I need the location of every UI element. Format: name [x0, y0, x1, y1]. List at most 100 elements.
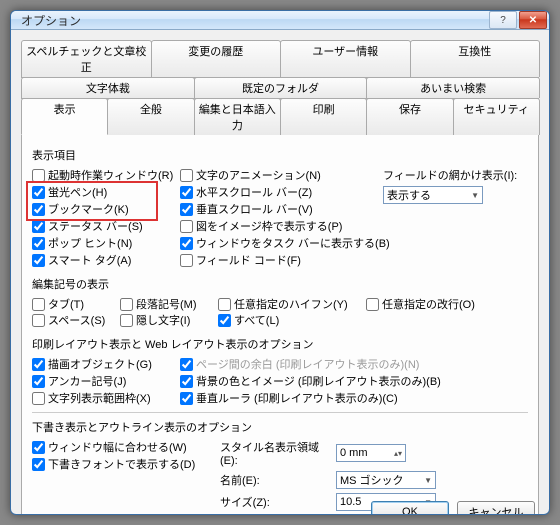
layout-c2-2[interactable]: 垂直ルーラ (印刷レイアウト表示のみ)(C) — [180, 390, 528, 406]
show-col3: フィールドの網かけ表示(I): 表示する ▼ — [383, 167, 528, 268]
show-c2-5-checkbox[interactable] — [180, 254, 193, 267]
show-c2-4-checkbox[interactable] — [180, 237, 193, 250]
tab-fuzzysearch[interactable]: あいまい検索 — [366, 77, 540, 98]
layout-c1-1[interactable]: アンカー記号(J) — [32, 373, 172, 389]
marks-r1-2[interactable]: 任意指定のハイフン(Y) — [218, 296, 358, 312]
layout-c2-0[interactable]: ページ間の余白 (印刷レイアウト表示のみ)(N) — [180, 356, 528, 372]
show-c2-5[interactable]: フィールド コード(F) — [180, 252, 375, 268]
layout-c1-2[interactable]: 文字列表示範囲枠(X) — [32, 390, 172, 406]
draft-left-0[interactable]: ウィンドウ幅に合わせる(W) — [32, 439, 212, 455]
draft-left-1[interactable]: 下書きフォントで表示する(D) — [32, 456, 212, 472]
layout-c1-0[interactable]: 描画オブジェクト(G) — [32, 356, 172, 372]
marks-r2-0-checkbox[interactable] — [32, 314, 45, 327]
tab-view[interactable]: 表示 — [21, 98, 108, 135]
layout-c2-0-checkbox[interactable] — [180, 358, 193, 371]
marks-r1-0[interactable]: タブ(T) — [32, 296, 112, 312]
show-col2: 文字のアニメーション(N)水平スクロール バー(Z)垂直スクロール バー(V)図… — [180, 167, 375, 268]
layout-c2-1[interactable]: 背景の色とイメージ (印刷レイアウト表示のみ)(B) — [180, 373, 528, 389]
marks-r1-0-checkbox[interactable] — [32, 298, 45, 311]
draft-left-0-checkbox[interactable] — [32, 441, 45, 454]
show-c2-3-checkbox[interactable] — [180, 220, 193, 233]
tab-panel: 表示項目 起動時作業ウィンドウ(R)蛍光ペン(H)ブックマーク(K)ステータス … — [21, 135, 539, 515]
tab-trackchanges[interactable]: 変更の履歴 — [151, 40, 282, 77]
marks-r1-3-checkbox[interactable] — [366, 298, 379, 311]
show-c1-5-label: スマート タグ(A) — [48, 252, 131, 268]
show-c2-1-label: 水平スクロール バー(Z) — [196, 184, 312, 200]
marks-r2-0[interactable]: スペース(S) — [32, 312, 112, 328]
cancel-button[interactable]: キャンセル — [457, 501, 535, 515]
section-draft-label: 下書き表示とアウトライン表示のオプション — [32, 419, 528, 435]
marks-r1-0-label: タブ(T) — [48, 296, 84, 312]
draft-row-value-0: 0 mm — [340, 447, 368, 459]
tab-spellcheck[interactable]: スペルチェックと文章校正 — [21, 40, 152, 77]
tab-userinfo[interactable]: ユーザー情報 — [280, 40, 411, 77]
show-c2-1[interactable]: 水平スクロール バー(Z) — [180, 184, 375, 200]
show-c1-3[interactable]: ステータス バー(S) — [32, 218, 172, 234]
tab-print[interactable]: 印刷 — [280, 98, 367, 135]
show-c1-2[interactable]: ブックマーク(K) — [32, 201, 172, 217]
draft-row-label-0: スタイル名表示領域(E): — [220, 439, 330, 467]
layout-c2-1-checkbox[interactable] — [180, 375, 193, 388]
draft-left-1-checkbox[interactable] — [32, 458, 45, 471]
layout-c1-2-label: 文字列表示範囲枠(X) — [48, 390, 151, 406]
field-shading-label: フィールドの網かけ表示(I): — [383, 167, 517, 183]
marks-r2-1[interactable]: 隠し文字(I) — [120, 312, 210, 328]
marks-r2-1-checkbox[interactable] — [120, 314, 133, 327]
show-c2-0-checkbox[interactable] — [180, 169, 193, 182]
tab-general[interactable]: 全般 — [107, 98, 194, 135]
marks-r2-2[interactable]: すべて(L) — [218, 312, 358, 328]
field-shading-combo[interactable]: 表示する ▼ — [383, 186, 483, 204]
marks-r1-1-label: 段落記号(M) — [136, 296, 197, 312]
tab-row-2: 文字体裁 既定のフォルダ あいまい検索 — [21, 77, 539, 99]
layout-c1-1-checkbox[interactable] — [32, 375, 45, 388]
show-c1-0[interactable]: 起動時作業ウィンドウ(R) — [32, 167, 172, 183]
layout-c2-2-checkbox[interactable] — [180, 392, 193, 405]
tab-filelocations[interactable]: 既定のフォルダ — [194, 77, 368, 98]
show-c1-0-label: 起動時作業ウィンドウ(R) — [48, 167, 173, 183]
draft-left-1-label: 下書きフォントで表示する(D) — [48, 456, 195, 472]
spinner-icon: ▴▾ — [394, 449, 402, 458]
show-c2-0[interactable]: 文字のアニメーション(N) — [180, 167, 375, 183]
help-button[interactable]: ? — [489, 11, 517, 29]
show-c1-5[interactable]: スマート タグ(A) — [32, 252, 172, 268]
show-c1-1-checkbox[interactable] — [32, 186, 45, 199]
show-c2-1-checkbox[interactable] — [180, 186, 193, 199]
show-c2-2[interactable]: 垂直スクロール バー(V) — [180, 201, 375, 217]
close-button[interactable]: ✕ — [519, 11, 547, 29]
show-c1-2-checkbox[interactable] — [32, 203, 45, 216]
marks-r1-3[interactable]: 任意指定の改行(O) — [366, 296, 528, 312]
show-c1-2-label: ブックマーク(K) — [48, 201, 129, 217]
layout-c1-1-label: アンカー記号(J) — [48, 373, 126, 389]
show-c1-3-checkbox[interactable] — [32, 220, 45, 233]
show-c2-3-label: 図をイメージ枠で表示する(P) — [196, 218, 342, 234]
show-c1-1-label: 蛍光ペン(H) — [48, 184, 107, 200]
marks-r2-0-label: スペース(S) — [48, 312, 105, 328]
titlebar: オプション ? ✕ — [11, 11, 549, 30]
layout-c1-2-checkbox[interactable] — [32, 392, 45, 405]
marks-r1-1[interactable]: 段落記号(M) — [120, 296, 210, 312]
ok-button[interactable]: OK — [371, 501, 449, 515]
marks-r2-2-checkbox[interactable] — [218, 314, 231, 327]
marks-r1-2-checkbox[interactable] — [218, 298, 231, 311]
marks-r2-1-label: 隠し文字(I) — [136, 312, 190, 328]
show-c2-4[interactable]: ウィンドウをタスク バーに表示する(B) — [180, 235, 375, 251]
show-c2-0-label: 文字のアニメーション(N) — [196, 167, 321, 183]
marks-r1-1-checkbox[interactable] — [120, 298, 133, 311]
show-c1-4[interactable]: ポップ ヒント(N) — [32, 235, 172, 251]
tab-security[interactable]: セキュリティ — [453, 98, 540, 135]
show-c1-4-checkbox[interactable] — [32, 237, 45, 250]
show-c2-3[interactable]: 図をイメージ枠で表示する(P) — [180, 218, 375, 234]
tab-typography[interactable]: 文字体裁 — [21, 77, 195, 98]
show-c1-5-checkbox[interactable] — [32, 254, 45, 267]
draft-row-control-0[interactable]: 0 mm ▴▾ — [336, 444, 406, 462]
show-c1-0-checkbox[interactable] — [32, 169, 45, 182]
marks-r1-3-label: 任意指定の改行(O) — [382, 296, 475, 312]
tab-save[interactable]: 保存 — [366, 98, 453, 135]
field-shading-value: 表示する — [387, 187, 431, 203]
tab-edit[interactable]: 編集と日本語入力 — [194, 98, 281, 135]
show-c1-1[interactable]: 蛍光ペン(H) — [32, 184, 172, 200]
draft-row-control-1[interactable]: MS ゴシック▼ — [336, 471, 436, 489]
tab-compatibility[interactable]: 互換性 — [410, 40, 541, 77]
layout-c1-0-checkbox[interactable] — [32, 358, 45, 371]
show-c2-2-checkbox[interactable] — [180, 203, 193, 216]
